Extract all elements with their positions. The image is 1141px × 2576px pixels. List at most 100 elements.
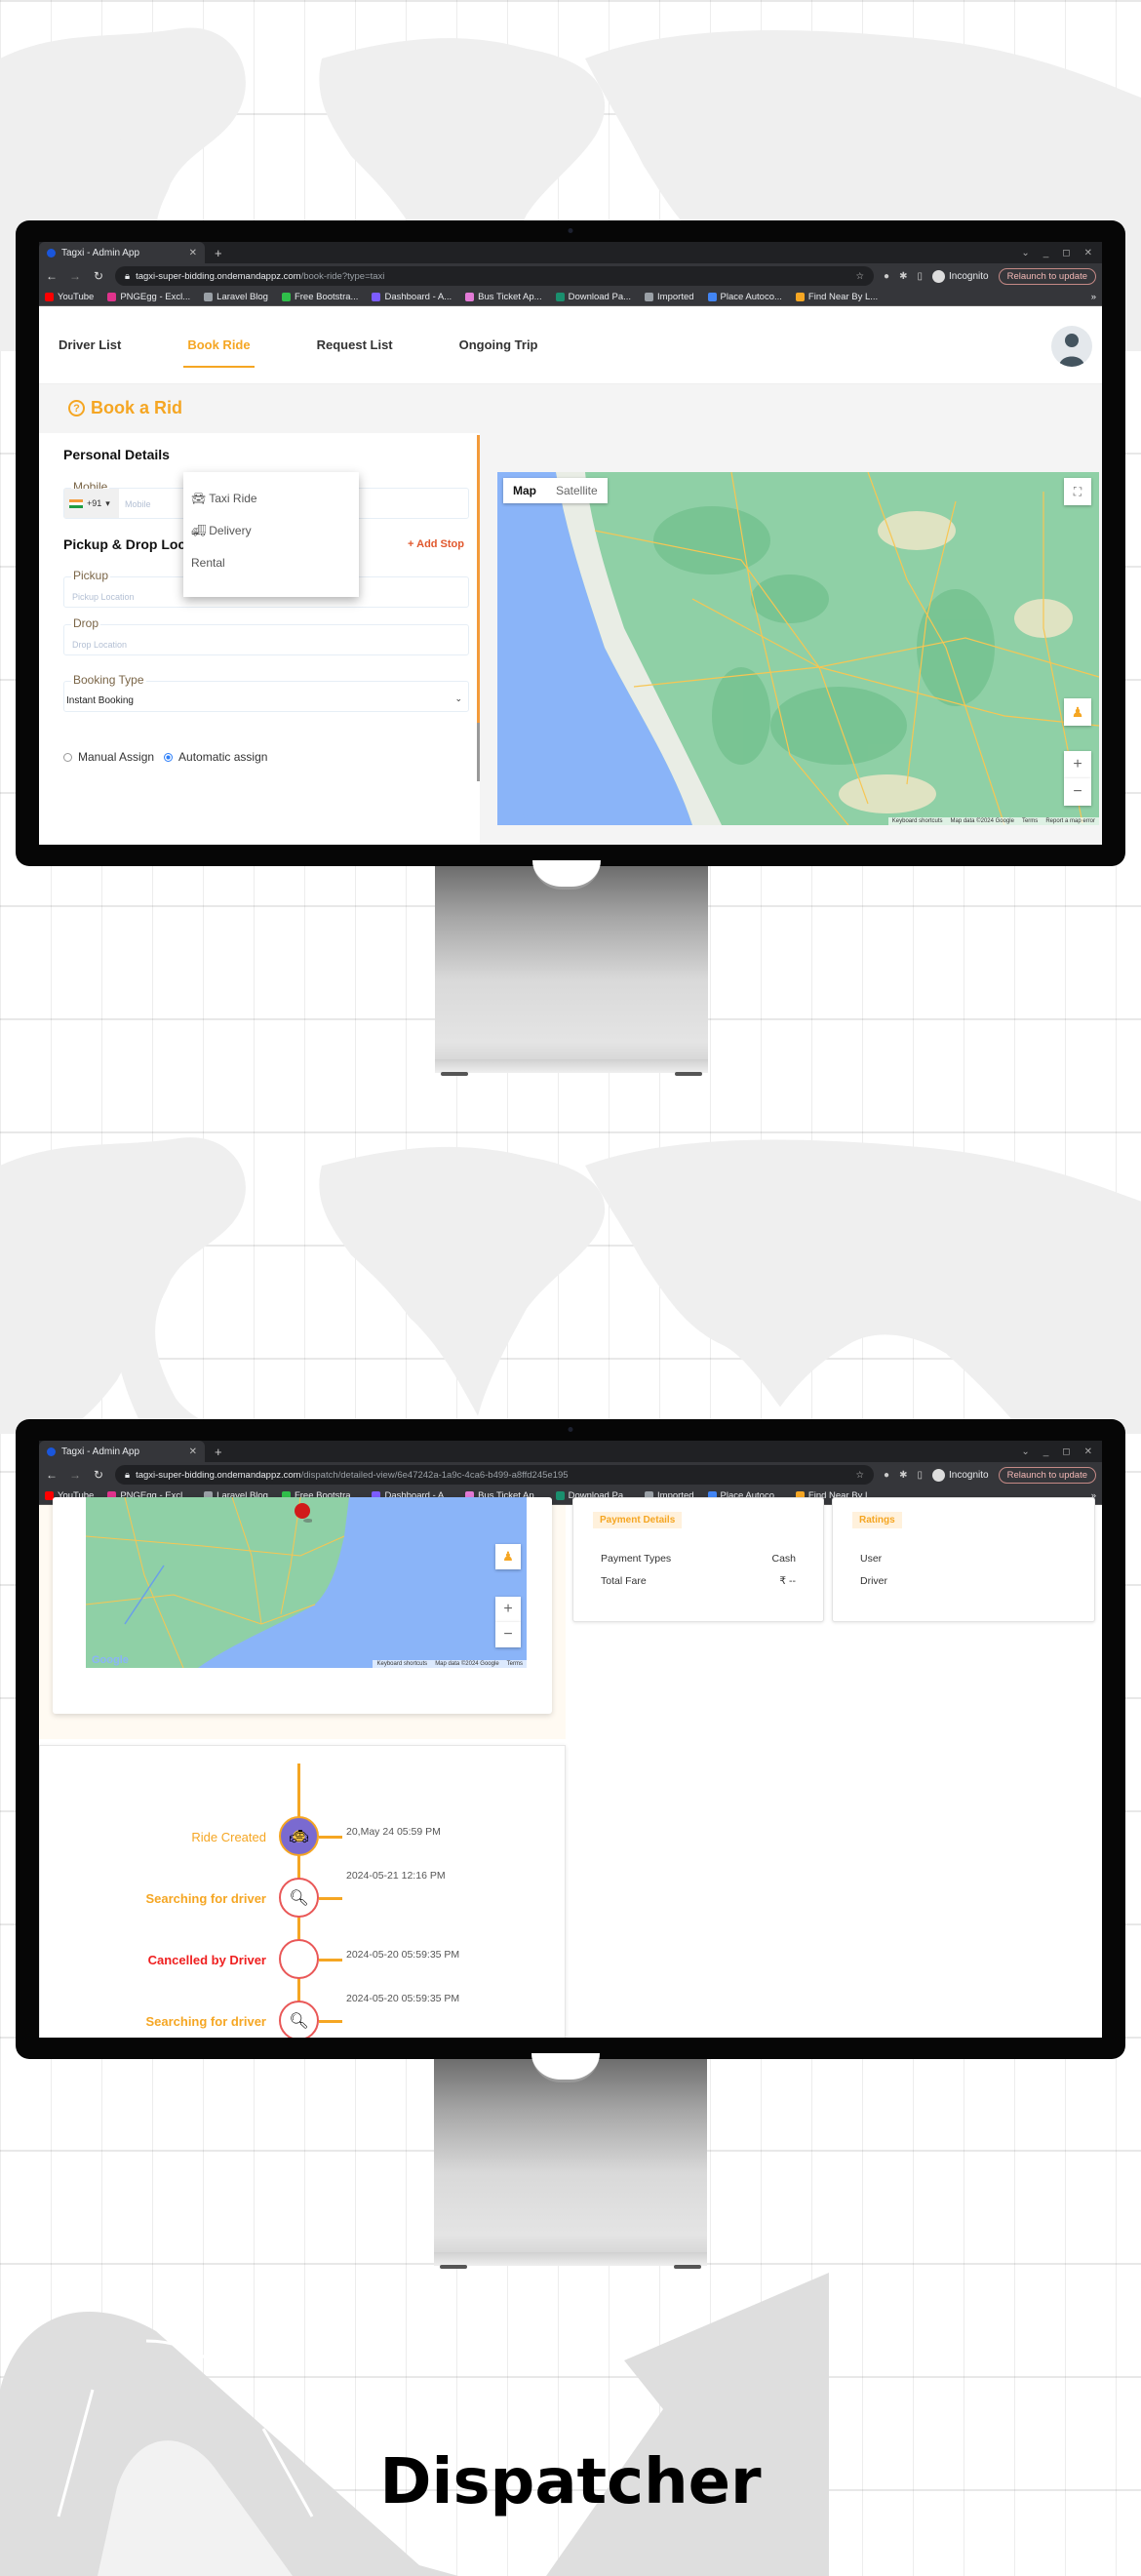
tab-search-icon[interactable]: ⌄ — [1021, 1447, 1029, 1457]
extensions-puzzle-icon[interactable]: ✱ — [899, 271, 907, 282]
terms-link[interactable]: Terms — [507, 1661, 523, 1667]
map[interactable]: ♟ + − Google Keyboard shortcuts Map data… — [86, 1497, 527, 1668]
avatar[interactable] — [1051, 326, 1092, 367]
restore-icon[interactable]: ◻ — [1062, 1447, 1070, 1457]
map-section: ♟ + − Google Keyboard shortcuts Map data… — [39, 1497, 566, 1739]
extension-icon[interactable]: ● — [884, 1470, 889, 1481]
search-icon: 🔍︎ — [279, 1878, 319, 1918]
scrollbar-thumb[interactable] — [477, 723, 480, 781]
india-flag-icon — [69, 498, 83, 508]
menu-item-rental[interactable]: Rental — [191, 556, 225, 570]
reload-icon[interactable]: ↻ — [92, 269, 105, 283]
nav-book-ride[interactable]: Book Ride — [183, 330, 255, 368]
country-code-select[interactable]: +91 ▾ — [64, 489, 119, 518]
drop-field[interactable]: Drop Drop Location — [63, 616, 469, 655]
manual-assign-label[interactable]: Manual Assign — [78, 750, 154, 764]
keyboard-shortcuts-link[interactable]: Keyboard shortcuts — [892, 818, 943, 824]
back-icon[interactable]: ← — [45, 1468, 59, 1482]
zoom-out-button[interactable]: − — [495, 1622, 521, 1647]
relaunch-button[interactable]: Relaunch to update — [998, 267, 1096, 285]
bookmark-item[interactable]: Bus Ticket Ap... — [465, 292, 542, 302]
pngegg-icon — [107, 293, 117, 301]
zoom-out-button[interactable]: − — [1064, 778, 1091, 806]
map-footer: Keyboard shortcuts Map data ©2024 Google… — [373, 1660, 527, 1668]
manual-assign-radio[interactable] — [63, 752, 72, 762]
bookmark-item[interactable]: Download Pa... — [555, 292, 631, 302]
incognito-indicator[interactable]: Incognito — [932, 1468, 989, 1482]
automatic-assign-radio[interactable] — [164, 752, 174, 762]
close-tab-icon[interactable]: ✕ — [189, 1447, 197, 1457]
bookmark-item[interactable]: Laravel Blog — [204, 292, 268, 302]
close-window-icon[interactable]: ✕ — [1084, 1447, 1092, 1457]
pegman-icon[interactable]: ♟ — [495, 1544, 521, 1569]
booking-type-value: Instant Booking — [66, 695, 134, 706]
assign-options: Manual Assign Automatic assign — [63, 750, 267, 764]
minimize-icon[interactable]: _ — [1043, 1447, 1049, 1457]
scrollbar-track[interactable] — [477, 435, 480, 723]
bookmark-item[interactable]: Imported — [645, 292, 694, 302]
automatic-assign-label[interactable]: Automatic assign — [178, 750, 267, 764]
drop-label: Drop — [71, 616, 101, 630]
screen: Tagxi - Admin App ✕ + ⌄ _ ◻ ✕ ← → ↻ 🔒︎ t… — [39, 242, 1102, 845]
more-bookmarks-button[interactable]: » — [1091, 292, 1096, 302]
download-icon — [555, 1491, 565, 1500]
map-type-satellite-button[interactable]: Satellite — [546, 478, 608, 503]
map[interactable]: Map Satellite ⛶ ♟ + − Google Keyboard sh… — [497, 472, 1099, 825]
tab-search-icon[interactable]: ⌄ — [1021, 248, 1029, 258]
report-map-error-link[interactable]: Report a map error — [1045, 818, 1095, 824]
map-type-map-button[interactable]: Map — [503, 478, 546, 503]
back-icon[interactable]: ← — [45, 269, 59, 283]
terms-link[interactable]: Terms — [1022, 818, 1038, 824]
nav-driver-list[interactable]: Driver List — [59, 330, 121, 360]
bookmark-item[interactable]: Dashboard - A... — [372, 292, 452, 302]
minimize-icon[interactable]: _ — [1043, 248, 1049, 258]
keyboard-shortcuts-link[interactable]: Keyboard shortcuts — [376, 1661, 427, 1667]
screen: Tagxi - Admin App ✕ + ⌄ _ ◻ ✕ ← → ↻ 🔒︎ t… — [39, 1441, 1102, 2038]
bookmark-item[interactable]: Find Near By L... — [795, 292, 878, 302]
zoom-in-button[interactable]: + — [1064, 751, 1091, 778]
menu-item-taxi-ride[interactable]: 🚘︎ Taxi Ride — [191, 492, 257, 505]
mobile-placeholder: Mobile — [125, 499, 151, 509]
pegman-icon[interactable]: ♟ — [1064, 698, 1091, 726]
zoom-in-button[interactable]: + — [495, 1597, 521, 1622]
location-pin-icon[interactable] — [293, 1501, 312, 1525]
bookmark-item[interactable]: YouTube — [45, 292, 94, 302]
webcam — [568, 1427, 573, 1432]
monitor-stand — [434, 2053, 707, 2269]
booking-type-select[interactable]: Booking Type Instant Booking ⌄ — [63, 673, 469, 712]
browser-tab[interactable]: Tagxi - Admin App ✕ — [39, 1441, 205, 1462]
nav-request-list[interactable]: Request List — [317, 330, 393, 360]
menu-item-delivery[interactable]: 🚚︎ Delivery — [191, 524, 252, 537]
incognito-icon — [932, 1468, 945, 1482]
address-bar[interactable]: 🔒︎ tagxi-super-bidding.ondemandappz.com/… — [115, 1465, 875, 1485]
extensions-puzzle-icon[interactable]: ✱ — [899, 1470, 907, 1481]
address-bar[interactable]: 🔒︎ tagxi-super-bidding.ondemandappz.com/… — [115, 266, 875, 286]
globe-icon — [204, 293, 214, 301]
reload-icon[interactable]: ↻ — [92, 1468, 105, 1482]
restore-icon[interactable]: ◻ — [1062, 248, 1070, 258]
map-type-toggle: Map Satellite — [503, 478, 608, 503]
close-window-icon[interactable]: ✕ — [1084, 248, 1092, 258]
bookmark-item[interactable]: Place Autoco... — [707, 292, 782, 302]
side-panel-icon[interactable]: ▯ — [917, 1470, 923, 1481]
forward-icon[interactable]: → — [68, 269, 82, 283]
bookmark-item[interactable]: Free Bootstra... — [281, 292, 358, 302]
lock-icon: 🔒︎ — [125, 1469, 131, 1481]
side-panel-icon[interactable]: ▯ — [917, 271, 923, 282]
browser-tab[interactable]: Tagxi - Admin App ✕ — [39, 242, 205, 263]
forward-icon[interactable]: → — [68, 1468, 82, 1482]
incognito-indicator[interactable]: Incognito — [932, 269, 989, 283]
bookmark-star-icon[interactable]: ☆ — [856, 271, 865, 282]
relaunch-button[interactable]: Relaunch to update — [998, 1466, 1096, 1484]
nav-ongoing-trip[interactable]: Ongoing Trip — [459, 330, 538, 360]
add-stop-button[interactable]: + Add Stop — [408, 538, 464, 550]
bookmark-item[interactable]: PNGEgg - Excl... — [107, 292, 190, 302]
new-tab-button[interactable]: + — [205, 246, 232, 260]
bookmark-star-icon[interactable]: ☆ — [856, 1470, 865, 1481]
world-map-background — [0, 1137, 1141, 1434]
monitor-dispatch-detail: Tagxi - Admin App ✕ + ⌄ _ ◻ ✕ ← → ↻ 🔒︎ t… — [16, 1419, 1125, 2059]
new-tab-button[interactable]: + — [205, 1445, 232, 1459]
fullscreen-icon[interactable]: ⛶ — [1064, 478, 1091, 505]
close-tab-icon[interactable]: ✕ — [189, 248, 197, 258]
extension-icon[interactable]: ● — [884, 271, 889, 282]
